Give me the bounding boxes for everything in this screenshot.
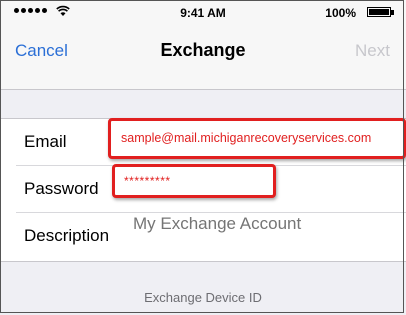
password-value: ********* — [124, 174, 171, 188]
email-label: Email — [24, 132, 67, 151]
email-value: sample@mail.michiganrecoveryservices.com — [121, 131, 372, 145]
exchange-device-id-label: Exchange Device ID — [144, 290, 262, 305]
battery-percent: 100% — [325, 6, 356, 20]
status-bar: 9:41 AM 100% — [0, 0, 406, 26]
next-button[interactable]: Next — [355, 41, 390, 61]
password-label: Password — [24, 179, 99, 198]
description-field[interactable] — [133, 214, 393, 234]
battery-icon — [367, 7, 394, 17]
description-label: Description — [24, 226, 110, 245]
navigation-bar: Cancel Exchange Next — [0, 26, 406, 90]
page-title: Exchange — [160, 40, 246, 60]
